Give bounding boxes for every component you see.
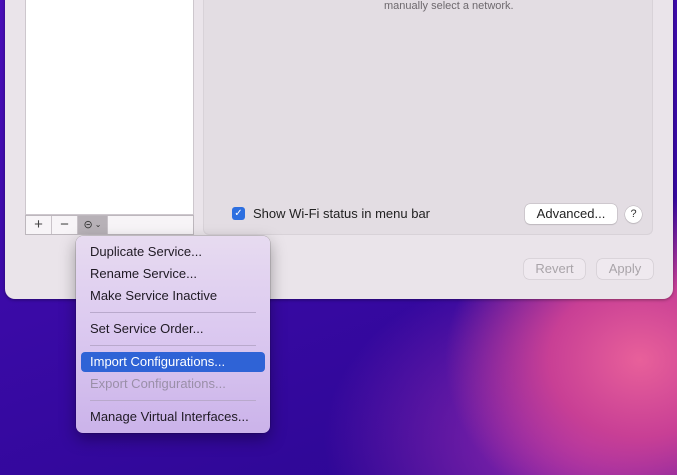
wifi-settings-pane: manually select a network. ’ ✓ Show Wi-F… bbox=[203, 0, 653, 235]
checkmark-icon: ✓ bbox=[234, 208, 243, 219]
service-action-menu: Duplicate Service... Rename Service... M… bbox=[76, 236, 270, 433]
help-button[interactable]: ? bbox=[625, 206, 642, 223]
menu-separator bbox=[90, 400, 256, 401]
minus-icon: − bbox=[60, 216, 69, 233]
menu-item-import-configurations[interactable]: Import Configurations... bbox=[81, 352, 265, 372]
remove-service-button[interactable]: − bbox=[52, 216, 78, 234]
revert-button[interactable]: Revert bbox=[524, 259, 585, 279]
hint-line-fragment: ’ bbox=[526, 0, 528, 3]
menu-item-export-configurations: Export Configurations... bbox=[90, 376, 226, 391]
show-wifi-status-row[interactable]: ✓ Show Wi-Fi status in menu bar bbox=[232, 206, 430, 221]
menu-item-set-service-order[interactable]: Set Service Order... bbox=[81, 319, 265, 339]
menu-item-manage-virtual-interfaces[interactable]: Manage Virtual Interfaces... bbox=[81, 407, 265, 427]
plus-icon: + bbox=[34, 216, 43, 233]
network-hint-text: manually select a network. ’ bbox=[384, 0, 528, 12]
menu-item-duplicate-service[interactable]: Duplicate Service... bbox=[81, 242, 265, 262]
service-list[interactable] bbox=[25, 0, 194, 215]
advanced-button[interactable]: Advanced... bbox=[525, 204, 617, 224]
show-wifi-status-checkbox[interactable]: ✓ bbox=[232, 207, 245, 220]
menu-item-rename-service[interactable]: Rename Service... bbox=[81, 264, 265, 284]
hint-line: manually select a network. bbox=[384, 0, 514, 12]
menu-item-make-service-inactive[interactable]: Make Service Inactive bbox=[81, 286, 265, 306]
chevron-down-icon: ⌄ bbox=[94, 220, 102, 229]
ellipsis-circle-icon: ⊝ bbox=[83, 219, 93, 231]
service-list-toolbar: + − ⊝ ⌄ bbox=[25, 215, 194, 235]
menu-separator bbox=[90, 312, 256, 313]
apply-button[interactable]: Apply bbox=[597, 259, 653, 279]
add-service-button[interactable]: + bbox=[26, 216, 52, 234]
menu-separator bbox=[90, 345, 256, 346]
show-wifi-status-label: Show Wi-Fi status in menu bar bbox=[253, 206, 431, 221]
action-menu-button[interactable]: ⊝ ⌄ bbox=[78, 216, 108, 234]
